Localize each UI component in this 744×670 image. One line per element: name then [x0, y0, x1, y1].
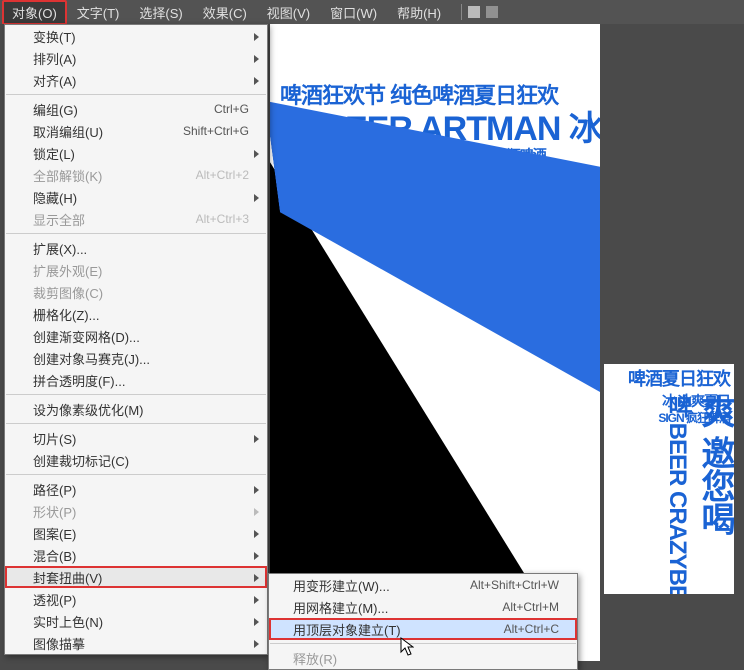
menu-separator — [6, 394, 266, 395]
submenu-item[interactable]: 用变形建立(W)... Alt+Shift+Ctrl+W — [269, 574, 577, 596]
menu-item-label: 栅格化(Z)... — [33, 305, 99, 324]
menu-item: 全部解锁(K) Alt+Ctrl+2 — [5, 164, 267, 186]
menu-item[interactable]: 创建裁切标记(C) — [5, 449, 267, 471]
menu-item[interactable]: 锁定(L) — [5, 142, 267, 164]
menu-item-label: 显示全部 — [33, 210, 85, 229]
menu-item-label: 图案(E) — [33, 524, 76, 543]
menu-item-label: 编组(G) — [33, 100, 78, 119]
submenu-item[interactable]: 用顶层对象建立(T) Alt+Ctrl+C — [269, 618, 577, 640]
submenu-item[interactable]: 用网格建立(M)... Alt+Ctrl+M — [269, 596, 577, 618]
menu-item[interactable]: 路径(P) — [5, 478, 267, 500]
menu-item[interactable]: 变换(T) — [5, 25, 267, 47]
submenu-item-label: 用网格建立(M)... — [293, 598, 388, 617]
menu-separator — [270, 643, 576, 644]
menu-item[interactable]: 取消编组(U) Shift+Ctrl+G — [5, 120, 267, 142]
menu-view[interactable]: 视图(V) — [257, 0, 320, 25]
menu-item: 形状(P) — [5, 500, 267, 522]
artboard-left: 啤酒狂欢节 纯色啤酒夏日狂欢 疯 BEER ARTMAN 冰爽夏日 狂 纯生啤酒… — [270, 24, 600, 661]
menu-item-label: 混合(B) — [33, 546, 76, 565]
submenu-item-label: 用变形建立(W)... — [293, 576, 390, 595]
menu-item[interactable]: 设为像素级优化(M) — [5, 398, 267, 420]
menu-item[interactable]: 图案(E) — [5, 522, 267, 544]
menu-item-label: 变换(T) — [33, 27, 76, 46]
menu-item-label: 对齐(A) — [33, 71, 76, 90]
menu-item-label: 排列(A) — [33, 49, 76, 68]
menu-shortcut: Alt+Ctrl+C — [504, 622, 559, 636]
menu-item-label: 裁剪图像(C) — [33, 283, 103, 302]
menu-item[interactable]: 切片(S) — [5, 427, 267, 449]
menu-item-label: 图像描摹 — [33, 634, 85, 653]
menu-item-label: 创建裁切标记(C) — [33, 451, 129, 470]
menu-item[interactable]: 创建渐变网格(D)... — [5, 325, 267, 347]
menu-item-label: 锁定(L) — [33, 144, 75, 163]
menu-item-label: 全部解锁(K) — [33, 166, 102, 185]
object-menu-dropdown: 变换(T) 排列(A) 对齐(A) 编组(G) Ctrl+G 取消编组(U) Shift+C… — [4, 24, 268, 655]
menu-item-label: 封套扭曲(V) — [33, 568, 102, 587]
menu-item-label: 实时上色(N) — [33, 612, 103, 631]
artboard-right: 啤酒夏日狂欢 冰 冰爽夏日 SIGN 疯狂啤酒 爽 邀您喝 啤 BEER CRA… — [604, 364, 734, 594]
menu-type[interactable]: 文字(T) — [67, 0, 130, 25]
toolbar-icon[interactable] — [486, 6, 498, 18]
menu-item[interactable]: 编组(G) Ctrl+G — [5, 98, 267, 120]
menu-effect[interactable]: 效果(C) — [193, 0, 257, 25]
menu-shortcut: Alt+Ctrl+3 — [196, 212, 249, 226]
menubar: 对象(O) 文字(T) 选择(S) 效果(C) 视图(V) 窗口(W) 帮助(H… — [0, 0, 744, 24]
menu-item-label: 透视(P) — [33, 590, 76, 609]
menu-item: 扩展外观(E) — [5, 259, 267, 281]
menu-item[interactable]: 扩展(X)... — [5, 237, 267, 259]
menu-item: 显示全部 Alt+Ctrl+3 — [5, 208, 267, 230]
menu-shortcut: Alt+Shift+Ctrl+W — [470, 578, 559, 592]
art-text: 啤酒狂欢节 纯色啤酒夏日狂欢 — [280, 84, 558, 107]
menu-separator — [6, 233, 266, 234]
menu-item-label: 扩展外观(E) — [33, 261, 102, 280]
menu-item[interactable]: 排列(A) — [5, 47, 267, 69]
menu-item-label: 路径(P) — [33, 480, 76, 499]
art-text: 啤酒夏日狂欢 — [628, 370, 730, 389]
menu-item-label: 创建渐变网格(D)... — [33, 327, 140, 346]
menu-object[interactable]: 对象(O) — [2, 0, 67, 25]
menu-item-label: 创建对象马赛克(J)... — [33, 349, 150, 368]
menu-item-label: 拼合透明度(F)... — [33, 371, 125, 390]
menu-item[interactable]: 混合(B) — [5, 544, 267, 566]
menu-item[interactable]: 栅格化(Z)... — [5, 303, 267, 325]
menu-item[interactable]: 图像描摹 — [5, 632, 267, 654]
menu-item-label: 隐藏(H) — [33, 188, 77, 207]
envelope-distort-submenu: 用变形建立(W)... Alt+Shift+Ctrl+W 用网格建立(M)... Al… — [268, 573, 578, 670]
menu-window[interactable]: 窗口(W) — [320, 0, 387, 25]
menu-shortcut: Ctrl+G — [214, 102, 249, 116]
menu-item[interactable]: 透视(P) — [5, 588, 267, 610]
menu-select[interactable]: 选择(S) — [129, 0, 192, 25]
menu-shortcut: Alt+Ctrl+M — [502, 600, 559, 614]
menu-item[interactable]: 实时上色(N) — [5, 610, 267, 632]
menu-item: 裁剪图像(C) — [5, 281, 267, 303]
menu-item-label: 取消编组(U) — [33, 122, 103, 141]
menu-item-label: 切片(S) — [33, 429, 76, 448]
menu-item[interactable]: 对齐(A) — [5, 69, 267, 91]
menu-separator — [6, 474, 266, 475]
art-text: 爽 邀您喝 — [696, 394, 732, 534]
art-text: 啤 BEER CRAZYBEER — [665, 394, 690, 594]
menu-help[interactable]: 帮助(H) — [387, 0, 451, 25]
menu-item-label: 设为像素级优化(M) — [33, 400, 144, 419]
menu-shortcut: Alt+Ctrl+2 — [196, 168, 249, 182]
menu-item[interactable]: 封套扭曲(V) — [5, 566, 267, 588]
menu-item[interactable]: 拼合透明度(F)... — [5, 369, 267, 391]
toolbar-icon[interactable] — [468, 6, 480, 18]
menu-separator — [6, 423, 266, 424]
menu-item-label: 形状(P) — [33, 502, 76, 521]
submenu-item-label: 用顶层对象建立(T) — [293, 620, 401, 639]
menu-item-label: 扩展(X)... — [33, 239, 87, 258]
toolbar-icons — [461, 4, 498, 20]
menu-shortcut: Shift+Ctrl+G — [183, 124, 249, 138]
submenu-item: 释放(R) — [269, 647, 577, 669]
menu-item[interactable]: 创建对象马赛克(J)... — [5, 347, 267, 369]
menu-item[interactable]: 隐藏(H) — [5, 186, 267, 208]
menu-separator — [6, 94, 266, 95]
submenu-item-label: 释放(R) — [293, 649, 337, 668]
separator — [461, 4, 462, 20]
